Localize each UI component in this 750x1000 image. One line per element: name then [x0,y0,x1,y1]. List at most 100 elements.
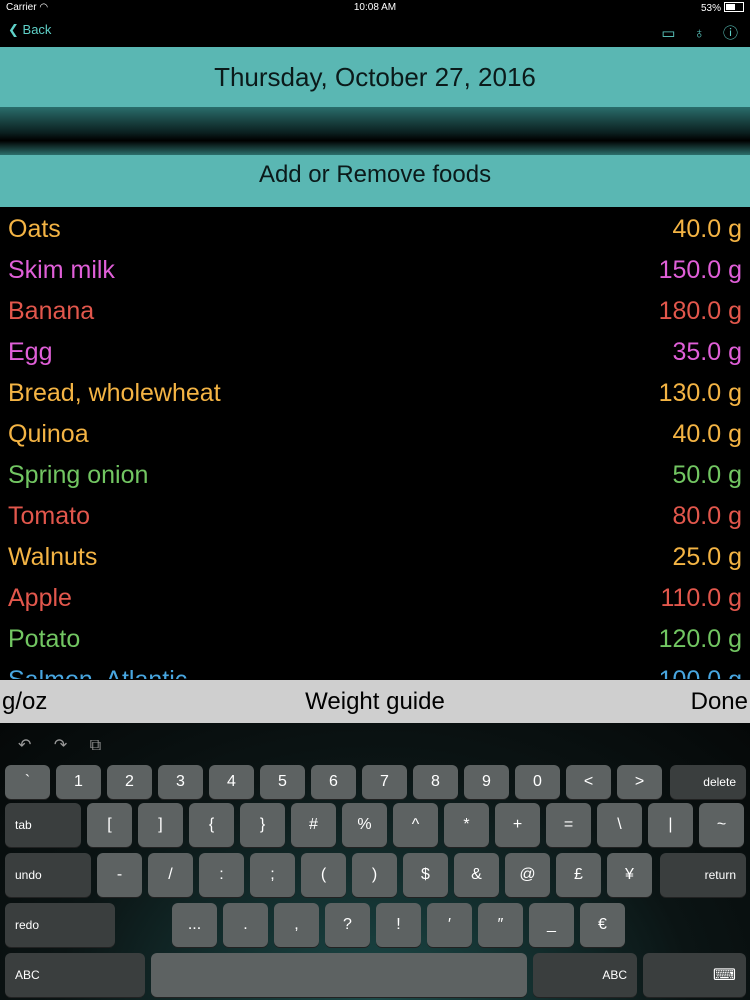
key[interactable]: \ [597,803,642,847]
food-weight[interactable]: 130.0 g [659,379,742,408]
key[interactable]: ″ [478,903,523,947]
food-row[interactable]: Oats 40.0 g [0,209,750,250]
key[interactable]: # [291,803,336,847]
info-icon[interactable]: ⓘ [723,25,738,42]
key[interactable]: | [648,803,693,847]
food-weight[interactable]: 120.0 g [659,625,742,654]
folder-icon[interactable]: ▭ [661,25,675,42]
food-row[interactable]: Walnuts 25.0 g [0,537,750,578]
delete-key-label: delete [703,775,736,789]
key[interactable]: < [566,765,611,799]
key[interactable]: _ [529,903,574,947]
food-row[interactable]: Potato 120.0 g [0,619,750,660]
key[interactable]: @ [505,853,550,897]
food-weight[interactable]: 35.0 g [672,338,742,367]
key[interactable]: ) [352,853,397,897]
key[interactable]: 9 [464,765,509,799]
redo-key[interactable]: redo [5,903,115,947]
back-button[interactable]: ❮ Back [8,22,51,38]
food-weight[interactable]: 40.0 g [672,215,742,244]
food-weight[interactable]: 100.0 g [659,666,742,679]
undo-key-label: undo [15,868,42,882]
undo-key[interactable]: undo [5,853,91,897]
abc-key[interactable]: ABC [5,953,145,997]
date-header[interactable]: Thursday, October 27, 2016 [0,47,750,107]
food-weight[interactable]: 80.0 g [672,502,742,531]
key[interactable]: 2 [107,765,152,799]
key[interactable]: 8 [413,765,458,799]
food-row[interactable]: Egg 35.0 g [0,332,750,373]
key[interactable]: & [454,853,499,897]
delete-key[interactable]: delete [670,765,746,799]
food-row[interactable]: Bread, wholewheat 130.0 g [0,373,750,414]
food-row[interactable]: Salmon, Atlantic 100.0 g [0,660,750,679]
key[interactable]: / [148,853,193,897]
paste-icon[interactable]: ⧉ [90,737,101,754]
food-row[interactable]: Skim milk 150.0 g [0,250,750,291]
food-weight[interactable]: 40.0 g [672,420,742,449]
key[interactable]: . [223,903,268,947]
key[interactable]: [ [87,803,132,847]
lightbulb-icon[interactable]: ♁ [694,25,705,42]
food-name: Tomato [8,502,90,530]
food-weight[interactable]: 110.0 g [660,584,742,613]
key[interactable]: 4 [209,765,254,799]
food-weight[interactable]: 25.0 g [672,543,742,572]
food-row[interactable]: Spring onion 50.0 g [0,455,750,496]
food-row[interactable]: Apple 110.0 g [0,578,750,619]
key[interactable]: = [546,803,591,847]
redo-key-label: redo [15,918,40,932]
key-label: 8 [431,773,440,790]
food-weight[interactable]: 180.0 g [659,297,742,326]
keyboard: ↶ ↷ ⧉ ` 1 2 3 4 5 6 7 8 9 0 < > delete tab [] {} #% ^ * + = \ |… [0,723,750,1000]
food-name: Potato [8,625,81,653]
food-row[interactable]: Quinoa 40.0 g [0,414,750,455]
done-button[interactable]: Done [691,688,748,716]
key[interactable]: ! [376,903,421,947]
key[interactable]: ; [250,853,295,897]
key[interactable]: * [444,803,489,847]
food-name: Bread, wholewheat [8,379,221,407]
key[interactable]: 1 [56,765,101,799]
key[interactable]: + [495,803,540,847]
key[interactable]: , [274,903,319,947]
key[interactable]: ] [138,803,183,847]
food-list[interactable]: Oats 40.0 g Skim milk 150.0 g Banana 180.0 g E… [0,209,750,679]
key[interactable]: - [97,853,142,897]
keyboard-dismiss-key-label: ⌨ [643,965,746,985]
key[interactable]: { [189,803,234,847]
keyboard-dismiss-key[interactable]: ⌨ [643,953,746,997]
key[interactable]: 6 [311,765,356,799]
food-weight[interactable]: 150.0 g [659,256,742,285]
food-row[interactable]: Banana 180.0 g [0,291,750,332]
space-key[interactable] [151,953,527,997]
key[interactable]: 0 [515,765,560,799]
key[interactable]: 5 [260,765,305,799]
return-key[interactable]: return [660,853,746,897]
key[interactable]: > [617,765,662,799]
key[interactable]: ~ [699,803,744,847]
key[interactable]: ` [5,765,50,799]
key[interactable]: 7 [362,765,407,799]
key[interactable]: £ [556,853,601,897]
key[interactable]: ¥ [607,853,652,897]
tab-key[interactable]: tab [5,803,81,847]
food-weight[interactable]: 50.0 g [672,461,742,490]
key[interactable]: € [580,903,625,947]
add-remove-foods-button[interactable]: Add or Remove foods [0,155,750,207]
weight-guide-title: Weight guide [305,688,445,715]
abc-key[interactable]: ABC [533,953,637,997]
key[interactable]: ^ [393,803,438,847]
key[interactable]: ... [172,903,217,947]
key[interactable]: ? [325,903,370,947]
key[interactable]: $ [403,853,448,897]
key[interactable]: ′ [427,903,472,947]
key[interactable]: } [240,803,285,847]
key[interactable]: % [342,803,387,847]
key[interactable]: ( [301,853,346,897]
undo-icon[interactable]: ↶ [18,737,31,754]
key[interactable]: : [199,853,244,897]
key[interactable]: 3 [158,765,203,799]
redo-icon[interactable]: ↷ [54,737,67,754]
food-row[interactable]: Tomato 80.0 g [0,496,750,537]
